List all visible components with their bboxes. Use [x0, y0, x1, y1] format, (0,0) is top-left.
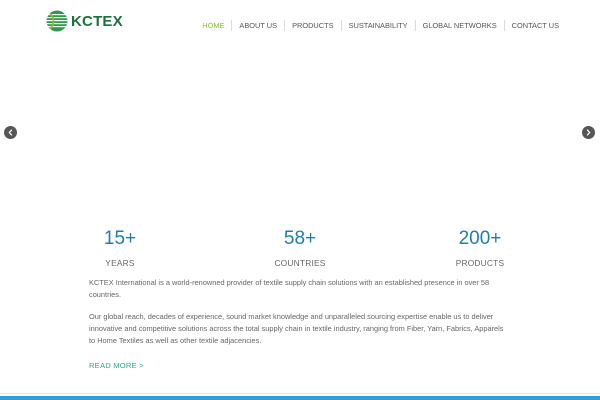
nav-products[interactable]: PRODUCTS [284, 20, 340, 31]
footer-bar [0, 396, 600, 400]
logo-text: KCTEX [71, 12, 123, 30]
about-copy: KCTEX International is a world-renowned … [89, 277, 509, 357]
chevron-left-icon [8, 129, 13, 136]
chevron-right-icon [586, 129, 591, 136]
nav-about-us[interactable]: ABOUT US [231, 20, 284, 31]
stat-years: 15+ YEARS [90, 228, 150, 269]
site-header: KCTEX HOME ABOUT US PRODUCTS SUSTAINABIL… [0, 0, 600, 43]
slider-prev-button[interactable] [4, 126, 17, 139]
stat-label: YEARS [105, 258, 135, 268]
nav-contact-us[interactable]: CONTACT US [503, 20, 566, 31]
about-paragraph-1: KCTEX International is a world-renowned … [89, 278, 490, 299]
nav-global-networks[interactable]: GLOBAL NETWORKS [414, 20, 504, 31]
stat-countries: 58+ COUNTRIES [270, 228, 330, 269]
stat-label: PRODUCTS [455, 258, 505, 268]
read-more-link[interactable]: READ MORE > [89, 361, 144, 370]
slider-next-button[interactable] [582, 126, 595, 139]
stat-label: COUNTRIES [274, 258, 326, 268]
footer-divider [0, 393, 600, 394]
stat-value: 58+ [283, 228, 317, 249]
stat-products: 200+ PRODUCTS [450, 228, 510, 269]
stat-value: 200+ [458, 228, 502, 249]
about-paragraph-2: Our global reach, decades of experience,… [89, 312, 504, 345]
stat-value: 15+ [103, 228, 137, 249]
hero-slider [0, 43, 600, 223]
main-nav: HOME ABOUT US PRODUCTS SUSTAINABILITY GL… [195, 20, 566, 31]
logo[interactable]: KCTEX [46, 10, 123, 32]
nav-home[interactable]: HOME [195, 20, 231, 31]
globe-logo-icon [46, 10, 68, 32]
nav-sustainability[interactable]: SUSTAINABILITY [340, 20, 415, 31]
